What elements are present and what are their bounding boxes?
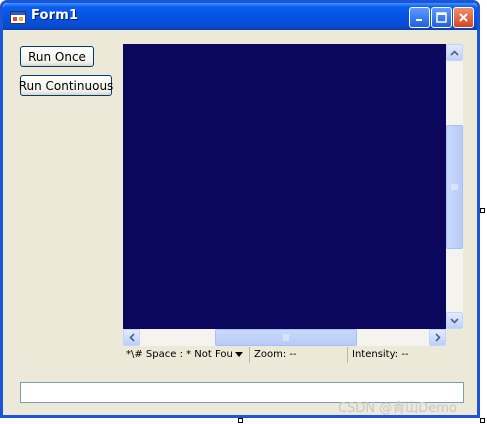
watermark-text: CSDN @青山Demo [338,401,457,416]
scroll-up-button[interactable] [446,44,463,61]
resize-handle-right[interactable] [480,208,485,213]
form1-window: Form1 Run Once Run Continuous *\# Space … [0,0,480,418]
grip-icon [451,184,458,190]
scroll-left-button[interactable] [123,329,140,346]
run-once-button[interactable]: Run Once [20,46,94,67]
status-bar: *\# Space : * Not Fou Zoom: -- Intensity… [123,346,463,364]
chevron-down-icon [450,317,459,324]
image-display[interactable] [123,44,446,329]
space-combo-value: *\# Space : * Not Fou [126,349,233,360]
close-button[interactable] [453,7,474,28]
maximize-button[interactable] [431,7,452,28]
vertical-scrollbar[interactable] [446,44,463,329]
scrollbar-corner [446,329,463,346]
resize-handle-bottom[interactable] [238,418,243,423]
grip-icon [283,334,289,341]
space-combo[interactable]: *\# Space : * Not Fou [123,347,250,363]
horizontal-scroll-thumb[interactable] [215,329,357,346]
chevron-right-icon [434,333,441,342]
intensity-readout: Intensity: -- [352,349,409,360]
chevron-left-icon [128,333,135,342]
scroll-down-button[interactable] [446,312,463,329]
resize-handle-corner[interactable] [480,418,485,423]
dropdown-arrow-icon[interactable] [235,352,243,357]
minimize-button[interactable] [409,7,430,28]
scroll-right-button[interactable] [429,329,446,346]
minimize-icon [416,19,422,21]
form-app-icon [10,11,26,24]
run-continuous-button[interactable]: Run Continuous [19,75,113,96]
maximize-icon [436,12,447,23]
close-icon [459,13,468,22]
window-title: Form1 [31,8,79,23]
chevron-up-icon [450,49,459,56]
horizontal-scrollbar[interactable] [123,329,446,346]
vertical-scroll-thumb[interactable] [446,125,463,249]
zoom-readout: Zoom: -- [251,347,348,363]
title-bar[interactable]: Form1 [3,3,477,30]
